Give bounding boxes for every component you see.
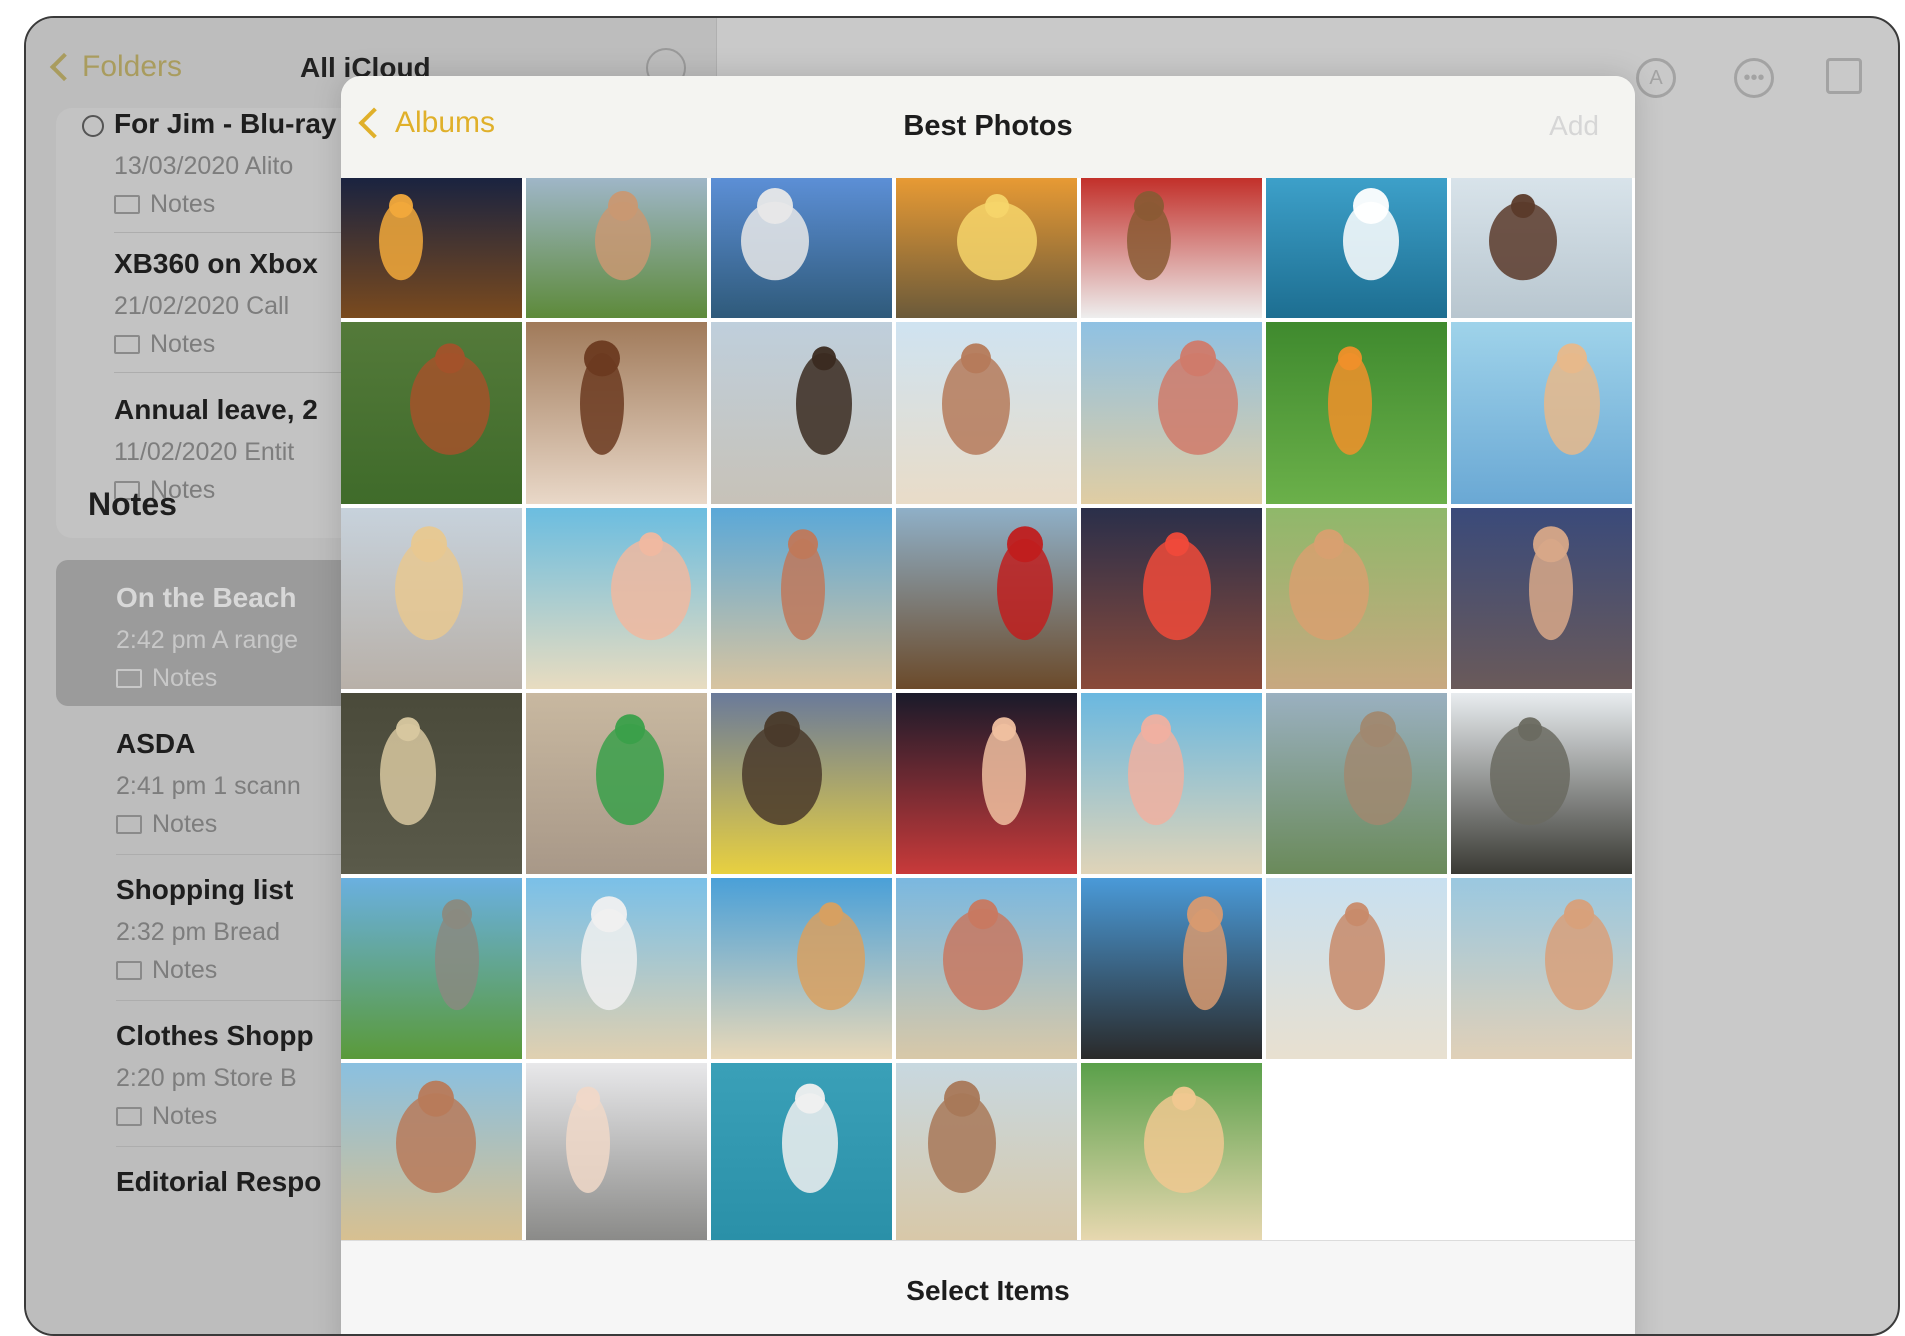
note-meta: 21/02/2020 Call — [114, 292, 290, 320]
butterfly-photo[interactable] — [1266, 322, 1447, 504]
folder-icon — [116, 815, 142, 834]
times-square-photo[interactable] — [1081, 508, 1262, 689]
note-meta: 2:20 pm Store B — [116, 1064, 297, 1092]
note-meta: 2:32 pm Bread — [116, 918, 280, 946]
beach-runner-photo[interactable] — [896, 322, 1077, 504]
notes-section-heading: Notes — [88, 486, 177, 522]
friends-group-photo[interactable] — [711, 508, 892, 689]
woman-driftwood-photo[interactable] — [526, 878, 707, 1059]
note-meta: 2:41 pm 1 scann — [116, 772, 301, 800]
note-folder: Notes — [116, 1102, 217, 1131]
city-night-photo[interactable] — [341, 178, 522, 318]
note-meta: 11/02/2020 Entit — [114, 438, 295, 466]
tower-photo[interactable] — [1451, 693, 1632, 874]
windswept-hair-photo[interactable] — [711, 322, 892, 504]
note-meta: 2:42 pm A range — [116, 626, 299, 654]
beach-friends-photo[interactable] — [896, 878, 1077, 1059]
picker-header: Albums Best Photos Add — [341, 76, 1635, 178]
swimmer-waves-photo[interactable] — [711, 1063, 892, 1241]
folder-icon — [116, 961, 142, 980]
note-folder: Notes — [116, 810, 217, 839]
child-sea-photo[interactable] — [526, 508, 707, 689]
folder-icon — [114, 195, 140, 214]
album-title: Best Photos — [903, 110, 1073, 142]
note-title: XB360 on Xbox — [114, 248, 318, 279]
note-folder-label: Notes — [152, 810, 218, 838]
sunset-valley-photo[interactable] — [896, 178, 1077, 318]
surfer-photo[interactable] — [1266, 178, 1447, 318]
tablet-screen: Folders All iCloud For Jim - Blu-ray 13/… — [24, 16, 1900, 1336]
photo-picker-sheet: Albums Best Photos Add Select Items — [341, 76, 1635, 1334]
falconer-photo[interactable] — [896, 508, 1077, 689]
note-folder-label: Notes — [150, 330, 216, 358]
chevron-left-icon — [49, 52, 79, 82]
compose-icon[interactable] — [1826, 58, 1862, 94]
sunbather-photo[interactable] — [1451, 878, 1632, 1059]
note-folder: Notes — [114, 190, 215, 219]
blonde-rocks-photo[interactable] — [526, 1063, 707, 1241]
bikini-shore-photo[interactable] — [1266, 878, 1447, 1059]
plaza-walker-photo[interactable] — [526, 693, 707, 874]
note-title: Editorial Respo — [116, 1166, 322, 1197]
note-folder-label: Notes — [152, 956, 218, 984]
note-folder-label: Notes — [152, 1102, 218, 1130]
more-icon[interactable]: ••• — [1734, 58, 1774, 98]
markup-icon[interactable]: A — [1636, 58, 1676, 98]
note-title: Shopping list — [116, 874, 294, 905]
friends-garden-photo[interactable] — [1266, 508, 1447, 689]
horse-race-photo[interactable] — [341, 322, 522, 504]
bikini-trio-photo[interactable] — [341, 1063, 522, 1241]
family-selfie-photo[interactable] — [1451, 322, 1632, 504]
eiffel-mother-photo[interactable] — [341, 508, 522, 689]
alpine-meadow-photo[interactable] — [341, 878, 522, 1059]
folder-icon — [116, 1107, 142, 1126]
palm-pose-photo[interactable] — [1081, 878, 1262, 1059]
woman-sunglasses-photo[interactable] — [526, 178, 707, 318]
palm-blonde-photo[interactable] — [1081, 1063, 1262, 1241]
harbour-yachts-photo[interactable] — [711, 178, 892, 318]
toddler-sea-photo[interactable] — [1081, 693, 1262, 874]
note-folder-label: Notes — [150, 190, 216, 218]
note-title: On the Beach — [116, 582, 297, 613]
note-folder: Notes — [114, 330, 215, 359]
note-title: ASDA — [116, 728, 196, 759]
folder-icon — [114, 335, 140, 354]
dogs-photo[interactable] — [1081, 178, 1262, 318]
select-items-button[interactable]: Select Items — [341, 1275, 1635, 1307]
mountain-lake-photo[interactable] — [1266, 693, 1447, 874]
note-folder: Notes — [116, 956, 217, 985]
women-night-photo[interactable] — [1451, 508, 1632, 689]
folders-back-button[interactable]: Folders — [49, 50, 183, 84]
folder-icon — [116, 669, 142, 688]
street-woman-photo[interactable] — [711, 693, 892, 874]
family-beach-photo[interactable] — [1081, 322, 1262, 504]
selfie-sand-photo[interactable] — [896, 1063, 1077, 1241]
party-friends-photo[interactable] — [896, 693, 1077, 874]
woman-straw-hat-photo[interactable] — [711, 878, 892, 1059]
note-folder-label: Notes — [152, 664, 218, 692]
steps-photo[interactable] — [1451, 178, 1632, 318]
cyclist-photo[interactable] — [341, 693, 522, 874]
folders-back-label: Folders — [82, 50, 183, 83]
note-title: Clothes Shopp — [116, 1020, 314, 1051]
add-button[interactable]: Add — [1549, 110, 1599, 142]
note-folder: Notes — [116, 664, 217, 693]
note-title: For Jim - Blu-ray — [114, 108, 337, 139]
portrait-brunette-photo[interactable] — [526, 322, 707, 504]
picker-footer: Select Items — [341, 1240, 1635, 1334]
note-meta: 13/03/2020 Alito — [114, 152, 294, 180]
note-title: Annual leave, 2 — [114, 394, 318, 425]
shared-icon — [82, 114, 104, 137]
